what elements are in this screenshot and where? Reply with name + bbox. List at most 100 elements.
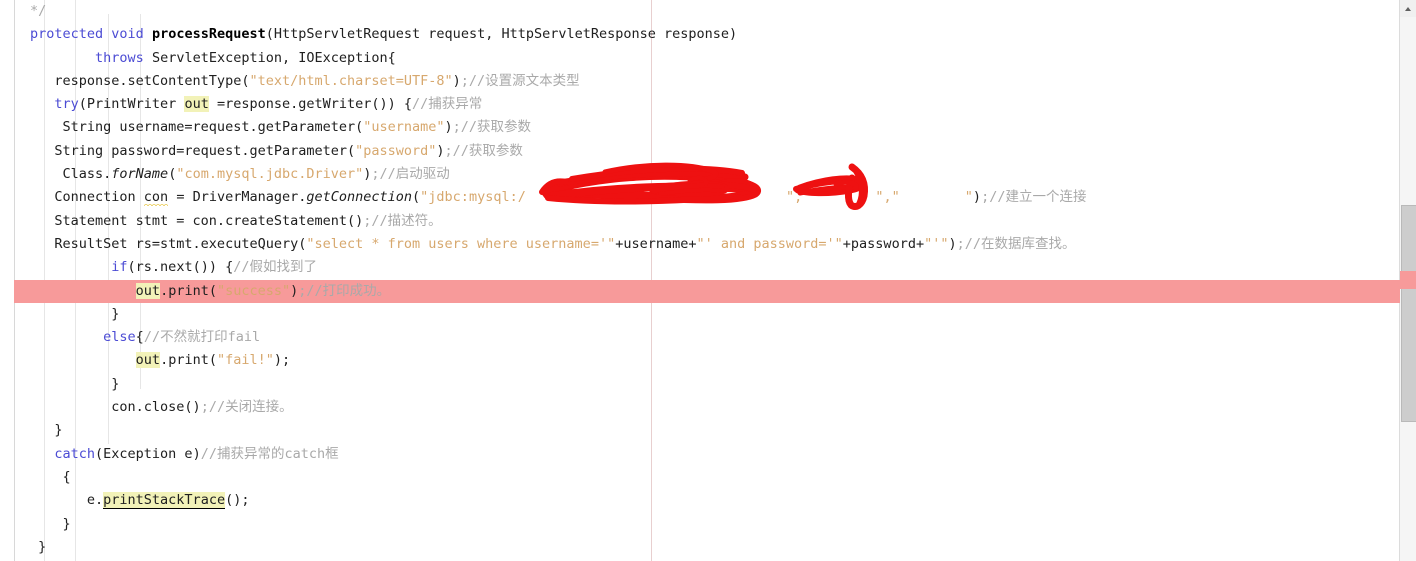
code-token-str [526, 189, 786, 205]
code-line-text: { [30, 466, 71, 489]
code-token-plain: Class. [30, 166, 112, 183]
code-line[interactable]: ResultSet rs=stmt.executeQuery("select *… [30, 233, 1086, 256]
code-token-str: "password" [355, 142, 437, 159]
code-line[interactable]: String password=request.getParameter("pa… [30, 140, 1086, 163]
code-line[interactable]: { [30, 466, 1086, 489]
code-line[interactable]: } [30, 303, 1086, 326]
code-token-plain: con.close() [30, 399, 201, 416]
code-token-cmt: //不然就打印fail [143, 329, 261, 346]
code-line-text: else{//不然就打印fail [30, 326, 260, 349]
vertical-scrollbar[interactable] [1399, 0, 1416, 561]
code-token-squiggle: con [143, 189, 169, 206]
code-line[interactable]: Statement stmt = con.createStatement();/… [30, 210, 1086, 233]
code-line-text: try(PrintWriter out =response.getWriter(… [30, 93, 482, 116]
code-line-text: } [30, 513, 71, 536]
scroll-up-arrow-icon[interactable] [1400, 0, 1416, 17]
code-line[interactable]: protected void processRequest(HttpServle… [30, 23, 1086, 46]
code-token-plain: String password=request.getParameter( [30, 142, 356, 159]
code-line-text: con.close();//关闭连接。 [30, 396, 293, 419]
code-token-cmt: */ [30, 3, 47, 19]
code-token-hl: out [135, 282, 161, 299]
code-token-plain: +password+ [842, 235, 925, 252]
code-line[interactable]: } [30, 513, 1086, 536]
code-token-cmt: ;//获取参数 [444, 142, 523, 159]
code-line[interactable]: out.print("fail!"); [30, 349, 1086, 372]
code-token-cmt: ;//关闭连接。 [200, 399, 293, 416]
code-line[interactable]: out.print("success");//打印成功。 [14, 279, 1400, 303]
code-token-plain: ) [452, 72, 461, 89]
code-token-kw: throws [95, 49, 144, 66]
code-token-str: "success" [216, 282, 291, 299]
code-token-str [900, 189, 965, 205]
code-token-str [810, 189, 875, 205]
scrollbar-thumb[interactable] [1401, 205, 1416, 422]
code-token-italic: forName [111, 166, 169, 183]
code-line-text: throws ServletException, IOException{ [30, 47, 396, 70]
code-token-kw: catch [54, 445, 96, 462]
code-token-plain: } [30, 375, 120, 392]
code-token-cmt: ;//获取参数 [452, 119, 532, 136]
code-token-plain: response.setContentType( [30, 72, 250, 89]
code-token-hl: out [184, 96, 209, 113]
code-line-text: } [30, 303, 119, 326]
code-line[interactable]: Class.forName("com.mysql.jdbc.Driver");/… [30, 163, 1086, 186]
code-line-text: out.print("success");//打印成功。 [30, 280, 390, 303]
code-token-str: " [964, 189, 973, 206]
code-token-bold: processRequest [151, 26, 266, 43]
code-token-plain: } [30, 538, 47, 555]
code-line[interactable]: */ [30, 0, 1086, 23]
code-token-kw: try [54, 96, 79, 113]
code-token-plain: =response.getWriter()) { [208, 96, 413, 113]
code-line-text: e.printStackTrace(); [30, 489, 249, 512]
code-line[interactable]: if(rs.next()) {//假如找到了 [30, 256, 1086, 279]
code-token-kw: else [103, 329, 136, 346]
code-token-plain: e. [30, 492, 104, 509]
code-line[interactable]: response.setContentType("text/html.chars… [30, 70, 1086, 93]
code-line-text: ResultSet rs=stmt.executeQuery("select *… [30, 233, 1075, 256]
code-line[interactable]: } [30, 373, 1086, 396]
code-token-plain: ResultSet rs=stmt.executeQuery( [30, 235, 307, 252]
code-token-cmt: //捕获异常的catch框 [200, 445, 339, 462]
code-token-kw: void [111, 26, 144, 43]
code-token-cmt: ;//建立一个连接 [981, 189, 1087, 206]
code-token-cmt: ;//启动驱动 [371, 166, 450, 183]
code-line[interactable]: e.printStackTrace(); [30, 489, 1086, 512]
code-token-str: "com.mysql.jdbc.Driver" [176, 166, 364, 183]
code-line[interactable]: con.close();//关闭连接。 [30, 396, 1086, 419]
code-line[interactable]: } [30, 419, 1086, 442]
code-token-cmt: ;//描述符。 [363, 212, 442, 229]
code-line-text: protected void processRequest(HttpServle… [30, 23, 737, 46]
code-line[interactable]: else{//不然就打印fail [30, 326, 1086, 349]
code-token-plain: ) [948, 235, 957, 252]
editor-window: */ protected void processRequest(HttpServ… [0, 0, 1416, 561]
code-editor-surface[interactable]: */ protected void processRequest(HttpServ… [0, 0, 1400, 561]
code-token-plain: = DriverManager. [168, 189, 307, 206]
code-token-str: "' and password='" [696, 235, 843, 252]
code-line-text: } [30, 419, 62, 442]
code-line[interactable]: } [30, 536, 1086, 559]
code-token-plain: Statement stmt = con.createStatement() [30, 212, 364, 229]
code-token-plain: ) [444, 119, 453, 136]
code-line[interactable]: String username=request.getParameter("us… [30, 116, 1086, 139]
scrollbar-error-marker[interactable] [1400, 271, 1416, 289]
code-token-str: "'" [924, 235, 949, 252]
code-token-plain: (PrintWriter [78, 96, 185, 113]
code-token-cmt: //假如找到了 [233, 259, 317, 276]
code-content[interactable]: */ protected void processRequest(HttpServ… [14, 0, 1400, 559]
code-line[interactable]: throws ServletException, IOException{ [30, 47, 1086, 70]
code-token-plain: } [30, 305, 120, 322]
code-line[interactable]: Connection con = DriverManager.getConnec… [30, 186, 1086, 209]
code-token-plain: (); [225, 492, 250, 509]
code-token-cmt: //捕获异常 [412, 96, 483, 113]
code-token-italic: getConnection [306, 189, 413, 206]
code-token-str: "," [875, 189, 900, 206]
code-token-plain: String username=request.getParameter( [30, 119, 364, 136]
code-token-cmt: ;//设置源文本类型 [460, 72, 580, 89]
code-line[interactable]: catch(Exception e)//捕获异常的catch框 [30, 443, 1086, 466]
code-line-text: catch(Exception e)//捕获异常的catch框 [30, 443, 339, 466]
code-line[interactable]: try(PrintWriter out =response.getWriter(… [30, 93, 1086, 116]
code-line-text: } [30, 373, 119, 396]
